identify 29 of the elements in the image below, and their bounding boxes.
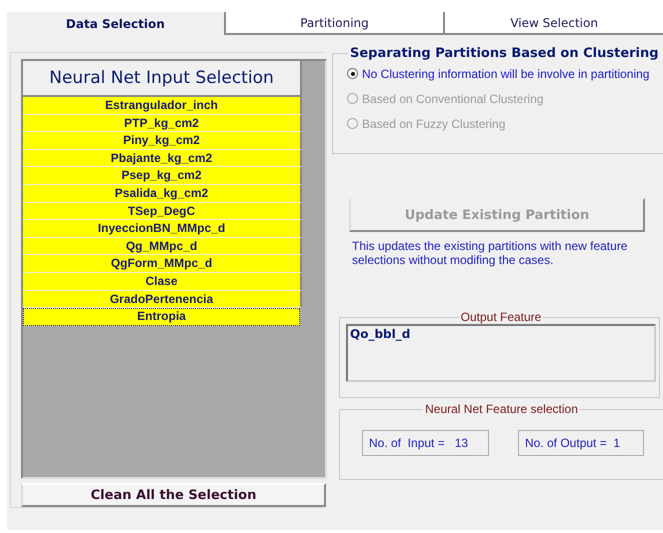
list-item[interactable]: GradoPertenencia: [23, 290, 302, 308]
list-item[interactable]: Estrangulador_inch: [23, 97, 302, 115]
list-item[interactable]: Qg_MMpc_d: [23, 238, 302, 256]
output-count: No. of Output = 1: [518, 430, 644, 456]
list-item[interactable]: PTP_kg_cm2: [23, 114, 302, 132]
radio-button[interactable]: [347, 68, 358, 79]
output-feature-field: Qo_bbl_d: [346, 324, 656, 382]
group-title: Separating Partitions Based on Clustering: [349, 46, 660, 61]
list-item[interactable]: Psep_kg_cm2: [23, 167, 302, 185]
list-item[interactable]: Psalida_kg_cm2: [23, 184, 302, 203]
group-title: Neural Net Feature selection: [424, 402, 579, 416]
tab[interactable]: View Selection: [443, 12, 663, 35]
list-item[interactable]: Piny_kg_cm2: [23, 132, 302, 150]
list-item[interactable]: Entropia: [23, 308, 300, 326]
tab[interactable]: Data Selection: [7, 12, 224, 35]
list-item[interactable]: Pbajante_kg_cm2: [23, 150, 302, 168]
radio-label: No Clustering information will be involve in partitioning: [362, 66, 650, 80]
list-item[interactable]: InyeccionBN_MMpc_d: [23, 220, 302, 238]
group-title: Output Feature: [460, 310, 542, 324]
radio-label: Based on Fuzzy Clustering: [362, 116, 506, 130]
radio-label: Based on Conventional Clustering: [362, 92, 544, 106]
input-count: No. of Input = 13: [362, 430, 489, 456]
list-title: Neural Net Input Selection: [23, 61, 302, 97]
list-item[interactable]: QgForm_MMpc_d: [23, 255, 302, 273]
clean-selection-button[interactable]: Clean All the Selection: [21, 483, 326, 507]
list-item[interactable]: Clase: [23, 272, 302, 291]
update-note: This updates the existing partitions with new feature selections without modifing the cases.: [352, 239, 628, 267]
list-item[interactable]: TSep_DegC: [23, 202, 302, 220]
tab[interactable]: Partitioning: [224, 12, 444, 35]
